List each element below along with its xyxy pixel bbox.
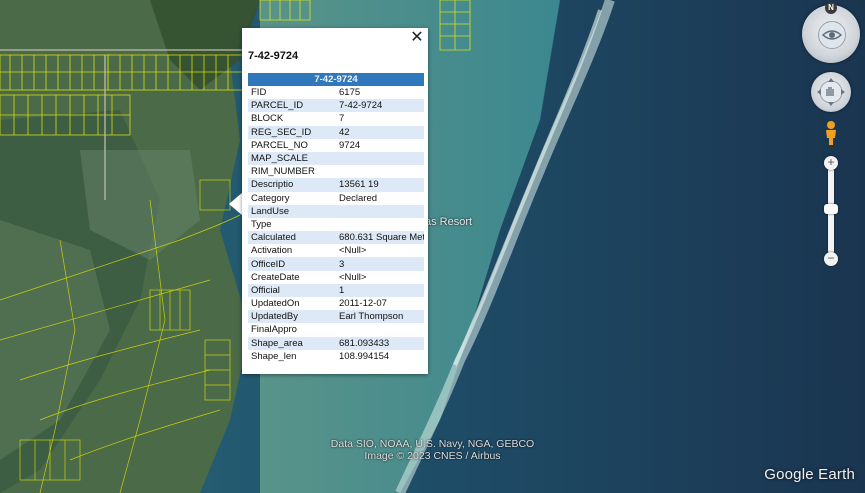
table-row: UpdatedBy Earl Thompson (248, 310, 424, 324)
close-icon[interactable]: ✕ (409, 29, 425, 47)
attribute-value: <Null> (339, 245, 367, 257)
attribute-value: 9724 (339, 139, 361, 151)
imagery-copyright: Image © 2023 CNES / Airbus (364, 450, 501, 462)
attribute-value: 7-42-9724 (336, 99, 424, 113)
attribute-value: <Null> (339, 271, 367, 283)
attribute-value: 108.994154 (339, 350, 390, 362)
attribute-table: 7-42-9724 FID 6175 PARCEL_ID 7-42-9724 BLOCK… (248, 73, 424, 363)
street-view-pegman-icon[interactable] (824, 120, 838, 146)
popup-pointer (229, 192, 243, 216)
attribute-key: CreateDate (251, 271, 300, 283)
attribute-key: PARCEL_NO (251, 139, 308, 151)
attribute-key: Category (251, 192, 290, 204)
table-row: PARCEL_NO 9724 (248, 139, 424, 152)
attribute-value (336, 165, 424, 178)
attribute-key: LandUse (248, 204, 336, 218)
attribute-value: 681.093433 (336, 336, 424, 350)
pan-control[interactable] (811, 72, 851, 112)
attribute-key: Calculated (248, 231, 336, 245)
table-row: FID 6175 (248, 86, 424, 99)
table-row: MAP_SCALE (248, 151, 424, 166)
table-row: PARCEL_ID 7-42-9724 (248, 99, 424, 113)
attribute-value (336, 204, 424, 218)
place-label: as Resort (425, 216, 473, 228)
attribute-value (336, 151, 424, 166)
attribute-table-header: 7-42-9724 (248, 73, 424, 86)
attribute-key: FID (251, 87, 267, 99)
attribute-key: Shape_area (248, 336, 336, 350)
attribute-value: 1 (336, 283, 424, 297)
table-row: Shape_len 108.994154 (248, 350, 424, 363)
table-row: REG_SEC_ID 42 (248, 125, 424, 139)
attribute-key: Shape_len (251, 350, 297, 362)
table-row: Calculated680.631 Square Meter(s) (248, 231, 424, 245)
table-row: Type (248, 218, 424, 231)
table-row: Activation <Null> (248, 244, 424, 257)
attribute-value: 42 (336, 125, 424, 139)
compass-control[interactable]: N (802, 2, 860, 63)
attribute-key: BLOCK (251, 113, 284, 125)
attribute-value: 7 (339, 113, 345, 125)
table-row: UpdatedOn 2011-12-07 (248, 297, 424, 310)
attribute-value: 3 (336, 257, 424, 271)
attribute-key: Activation (251, 245, 293, 257)
attribute-value: 13561 19 (336, 178, 424, 192)
table-row: Descriptio 13561 19 (248, 178, 424, 192)
table-row: OfficeID 3 (248, 257, 424, 271)
attribute-key: UpdatedOn (251, 298, 300, 310)
table-row: LandUse (248, 204, 424, 218)
attribute-key: OfficeID (248, 257, 336, 271)
satellite-imagery (0, 0, 865, 493)
table-row: RIM_NUMBER (248, 165, 424, 178)
attribute-key: REG_SEC_ID (248, 125, 336, 139)
table-row: Shape_area 681.093433 (248, 336, 424, 350)
placemark-info-balloon: ✕ 7-42-9724 7-42-9724 FID 6175 PARCEL_ID 7-… (242, 28, 428, 374)
attribute-key: UpdatedBy (248, 310, 336, 324)
attribute-key: PARCEL_ID (248, 99, 336, 113)
attribute-key: RIM_NUMBER (251, 166, 315, 178)
zoom-in-button[interactable]: + (824, 156, 838, 170)
attribute-value: 680.631 Square Meter(s) (336, 231, 424, 245)
hand-icon (817, 78, 845, 106)
google-earth-logo: Google Earth (764, 466, 855, 483)
table-row: FinalAppro (248, 323, 424, 336)
look-around-icon[interactable] (818, 21, 846, 49)
attribute-key: Descriptio (248, 178, 336, 192)
attribute-key: MAP_SCALE (248, 151, 336, 166)
attribute-value: 2011-12-07 (339, 298, 387, 310)
attribute-value (336, 218, 424, 231)
attribute-value: Declared (339, 192, 378, 204)
attribute-key: Official (248, 283, 336, 297)
imagery-attribution: Data SIO, NOAA, U.S. Navy, NGA, GEBCO (330, 438, 535, 450)
popup-title: 7-42-9724 (248, 50, 299, 62)
compass-north-indicator[interactable]: N (825, 2, 837, 14)
satellite-map[interactable]: as Resort Data SIO, NOAA, U.S. Navy, NGA… (0, 0, 865, 493)
table-row: Category Declared (248, 192, 424, 205)
zoom-slider-thumb[interactable] (824, 204, 838, 214)
attribute-key: FinalAppro (251, 324, 297, 336)
zoom-out-button[interactable]: − (824, 252, 838, 266)
table-row: CreateDate <Null> (248, 271, 424, 284)
attribute-key: Type (251, 218, 272, 230)
attribute-value: 6175 (339, 87, 361, 99)
table-row: Official 1 (248, 283, 424, 297)
attribute-value: Earl Thompson (336, 310, 424, 324)
table-row: BLOCK 7 (248, 112, 424, 125)
attribute-value (336, 323, 424, 336)
